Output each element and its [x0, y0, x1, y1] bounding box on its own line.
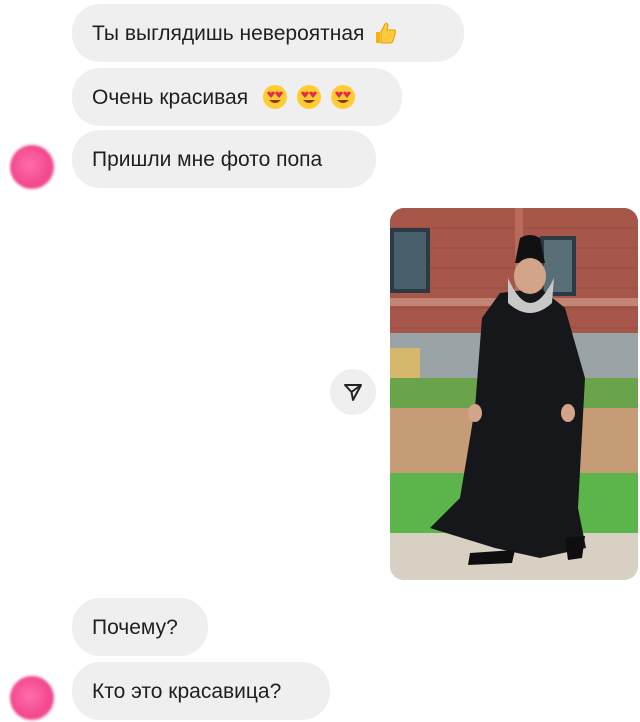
message-text: Почему? [92, 615, 178, 639]
message-text: Кто это красавица? [92, 679, 282, 703]
heart-eyes-icon [330, 84, 356, 110]
priest-photo[interactable] [390, 208, 638, 580]
photo-image [390, 208, 638, 580]
message-text: Пришли мне фото попа [92, 147, 323, 171]
message-bubble[interactable]: Ты выглядишь невероятная [72, 4, 464, 62]
message-bubble[interactable]: Очень красивая [72, 68, 402, 126]
avatar[interactable] [10, 676, 54, 720]
message-text: Очень красивая [92, 85, 249, 109]
heart-eyes-icon [296, 84, 322, 110]
message-bubble[interactable]: Почему? [72, 598, 208, 656]
avatar[interactable] [10, 145, 54, 189]
message-text: Ты выглядишь невероятная [92, 21, 365, 45]
share-icon [344, 384, 362, 401]
share-button[interactable] [330, 369, 376, 415]
heart-eyes-icon [262, 84, 288, 110]
message-bubble[interactable]: Кто это красавица? [72, 662, 330, 720]
message-bubble[interactable]: Пришли мне фото попа [72, 130, 376, 188]
thumbs-up-icon [372, 20, 398, 46]
